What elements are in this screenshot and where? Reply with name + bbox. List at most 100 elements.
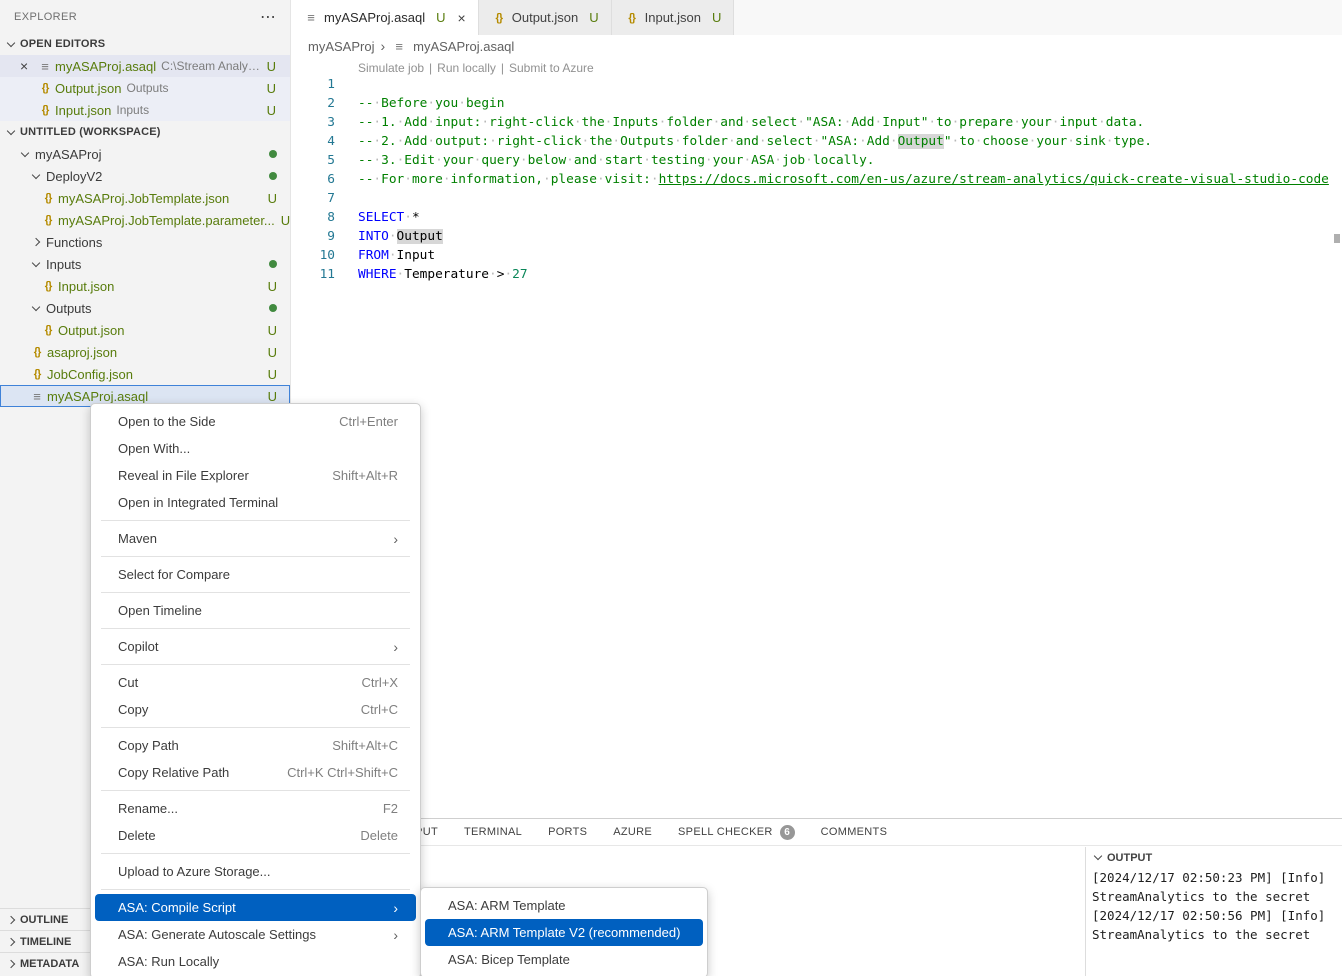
menu-item-delete[interactable]: DeleteDelete (95, 822, 416, 849)
menu-item-asa-run-locally[interactable]: ASA: Run Locally (95, 948, 416, 975)
editor-tab-myasaproj-asaql[interactable]: ≡myASAProj.asaqlU× (291, 0, 479, 35)
output-log: [2024/12/17 02:50:23 PM] [Info]StreamAna… (1086, 868, 1342, 944)
codelens-action-submit-to-azure[interactable]: Submit to Azure (509, 61, 594, 75)
whitespace-dot: · (373, 172, 381, 187)
panel-tab-label: PORTS (548, 826, 587, 838)
panel-tab-comments[interactable]: COMMENTS (821, 826, 888, 838)
menu-item-reveal-in-file-explorer[interactable]: Reveal in File ExplorerShift+Alt+R (95, 462, 416, 489)
editor-tab-output-json[interactable]: {}Output.jsonU (479, 0, 612, 35)
code-line[interactable]: 2--·Before·you·begin (291, 94, 1342, 113)
tree-item-asaproj-json[interactable]: {}asaproj.jsonU (0, 341, 290, 363)
panel-tab-label: COMMENTS (821, 826, 888, 838)
output-pane-header[interactable]: OUTPUT (1086, 847, 1342, 868)
code-line[interactable]: 3--·1.·Add·input:·right-click·the·Inputs… (291, 113, 1342, 132)
close-icon[interactable]: × (20, 58, 37, 74)
git-untracked-badge: U (268, 279, 277, 294)
json-file-icon: {} (491, 12, 507, 24)
chevron-down-icon (21, 148, 29, 156)
menu-item-open-timeline[interactable]: Open Timeline (95, 597, 416, 624)
open-editor-row[interactable]: {}Output.jsonOutputsU (0, 77, 290, 99)
codelens-separator: | (429, 61, 432, 75)
menu-item-maven[interactable]: Maven› (95, 525, 416, 552)
line-number: 9 (291, 227, 335, 246)
json-file-icon: {} (40, 324, 56, 336)
tree-item-functions[interactable]: Functions (0, 231, 290, 253)
code-link[interactable]: https://docs.microsoft.com/en-us/azure/s… (659, 172, 1329, 187)
submenu-item-asa-arm-template[interactable]: ASA: ARM Template (425, 892, 703, 919)
code-token: ·Input (389, 248, 435, 263)
whitespace-dot: · (728, 134, 736, 149)
menu-item-open-in-integrated-terminal[interactable]: Open in Integrated Terminal (95, 489, 416, 516)
codelens-action-run-locally[interactable]: Run locally (437, 61, 496, 75)
tree-item-input-json[interactable]: {}Input.jsonU (0, 275, 290, 297)
code-text: --·2.·Add·output:·right-click·the·Output… (335, 132, 1152, 151)
tree-item-outputs[interactable]: Outputs (0, 297, 290, 319)
code-line[interactable]: 8SELECT·* (291, 208, 1342, 227)
code-line[interactable]: 7 (291, 189, 1342, 208)
code-line[interactable]: 11WHERE·Temperature·>·27 (291, 265, 1342, 284)
code-line[interactable]: 5--·3.·Edit·your·query·below·and·start·t… (291, 151, 1342, 170)
code-token: --·Before·you·begin (358, 96, 504, 111)
code-token: ·* (404, 210, 419, 225)
whitespace-dot: · (1067, 134, 1075, 149)
menu-item-copy[interactable]: CopyCtrl+C (95, 696, 416, 723)
menu-item-asa-compile-script[interactable]: ASA: Compile Script› (95, 894, 416, 921)
panel-tab-spell-checker[interactable]: SPELL CHECKER6 (678, 825, 795, 840)
json-file-icon: {} (37, 82, 53, 94)
codelens-action-simulate-job[interactable]: Simulate job (358, 61, 424, 75)
panel-tab-ports[interactable]: PORTS (548, 826, 587, 838)
menu-item-upload-to-azure-storage-[interactable]: Upload to Azure Storage... (95, 858, 416, 885)
menu-item-select-for-compare[interactable]: Select for Compare (95, 561, 416, 588)
code-line[interactable]: 9INTO·Output (291, 227, 1342, 246)
submenu-item-asa-arm-template-v2-recommended-[interactable]: ASA: ARM Template V2 (recommended) (425, 919, 703, 946)
code-editor[interactable]: Simulate job|Run locally|Submit to Azure… (291, 57, 1342, 818)
menu-item-asa-generate-autoscale-settings[interactable]: ASA: Generate Autoscale Settings› (95, 921, 416, 948)
menu-item-copy-relative-path[interactable]: Copy Relative PathCtrl+K Ctrl+Shift+C (95, 759, 416, 786)
open-editors-header[interactable]: OPEN EDITORS (0, 33, 290, 55)
menu-item-copy-path[interactable]: Copy PathShift+Alt+C (95, 732, 416, 759)
whitespace-dot: · (713, 115, 721, 130)
code-line[interactable]: 4--·2.·Add·output:·right-click·the·Outpu… (291, 132, 1342, 151)
git-untracked-badge: U (268, 191, 277, 206)
code-line[interactable]: 6--·For·more·information,·please·visit:·… (291, 170, 1342, 189)
line-number: 1 (291, 75, 335, 94)
submenu-arrow-icon: › (393, 532, 398, 546)
json-file-icon: {} (40, 192, 56, 204)
code-line[interactable]: 1 (291, 75, 1342, 94)
menu-separator (101, 790, 410, 791)
menu-item-cut[interactable]: CutCtrl+X (95, 669, 416, 696)
whitespace-dot: · (489, 134, 497, 149)
code-token: --·2.·Add·output:·right-click·the·Output… (358, 134, 898, 149)
tree-item-myasaproj-jobtemplate-json[interactable]: {}myASAProj.JobTemplate.jsonU (0, 187, 290, 209)
tree-item-deployv2[interactable]: DeployV2 (0, 165, 290, 187)
submenu-item-asa-bicep-template[interactable]: ASA: Bicep Template (425, 946, 703, 973)
whitespace-dot: · (844, 115, 852, 130)
whitespace-dot: · (643, 153, 651, 168)
menu-item-open-to-the-side[interactable]: Open to the SideCtrl+Enter (95, 408, 416, 435)
code-line[interactable]: 10FROM·Input (291, 246, 1342, 265)
tree-item-myasaproj[interactable]: myASAProj (0, 143, 290, 165)
whitespace-dot: · (397, 115, 405, 130)
line-number: 8 (291, 208, 335, 227)
more-actions-icon[interactable]: ⋯ (260, 7, 276, 27)
json-file-icon: {} (29, 346, 45, 358)
chevron-right-icon (32, 238, 40, 246)
menu-item-rename-[interactable]: Rename...F2 (95, 795, 416, 822)
close-icon[interactable]: × (458, 10, 466, 26)
modified-dot-badge (269, 172, 277, 180)
tree-item-inputs[interactable]: Inputs (0, 253, 290, 275)
whitespace-dot: · (890, 134, 898, 149)
menu-item-copilot[interactable]: Copilot› (95, 633, 416, 660)
breadcrumb-file[interactable]: myASAProj.asaql (413, 39, 514, 54)
open-editor-row[interactable]: ×≡myASAProj.asaqlC:\Stream Analyt...U (0, 55, 290, 77)
open-editor-row[interactable]: {}Input.jsonInputsU (0, 99, 290, 121)
editor-tab-input-json[interactable]: {}Input.jsonU (612, 0, 735, 35)
tree-item-myasaproj-jobtemplate-parameter-[interactable]: {}myASAProj.JobTemplate.parameter...U (0, 209, 290, 231)
panel-tab-azure[interactable]: AZURE (613, 826, 652, 838)
menu-item-open-with-[interactable]: Open With... (95, 435, 416, 462)
breadcrumb-project[interactable]: myASAProj (308, 39, 374, 54)
panel-tab-terminal[interactable]: TERMINAL (464, 826, 522, 838)
tree-item-output-json[interactable]: {}Output.jsonU (0, 319, 290, 341)
tree-item-jobconfig-json[interactable]: {}JobConfig.jsonU (0, 363, 290, 385)
workspace-header[interactable]: UNTITLED (WORKSPACE) (0, 121, 290, 143)
